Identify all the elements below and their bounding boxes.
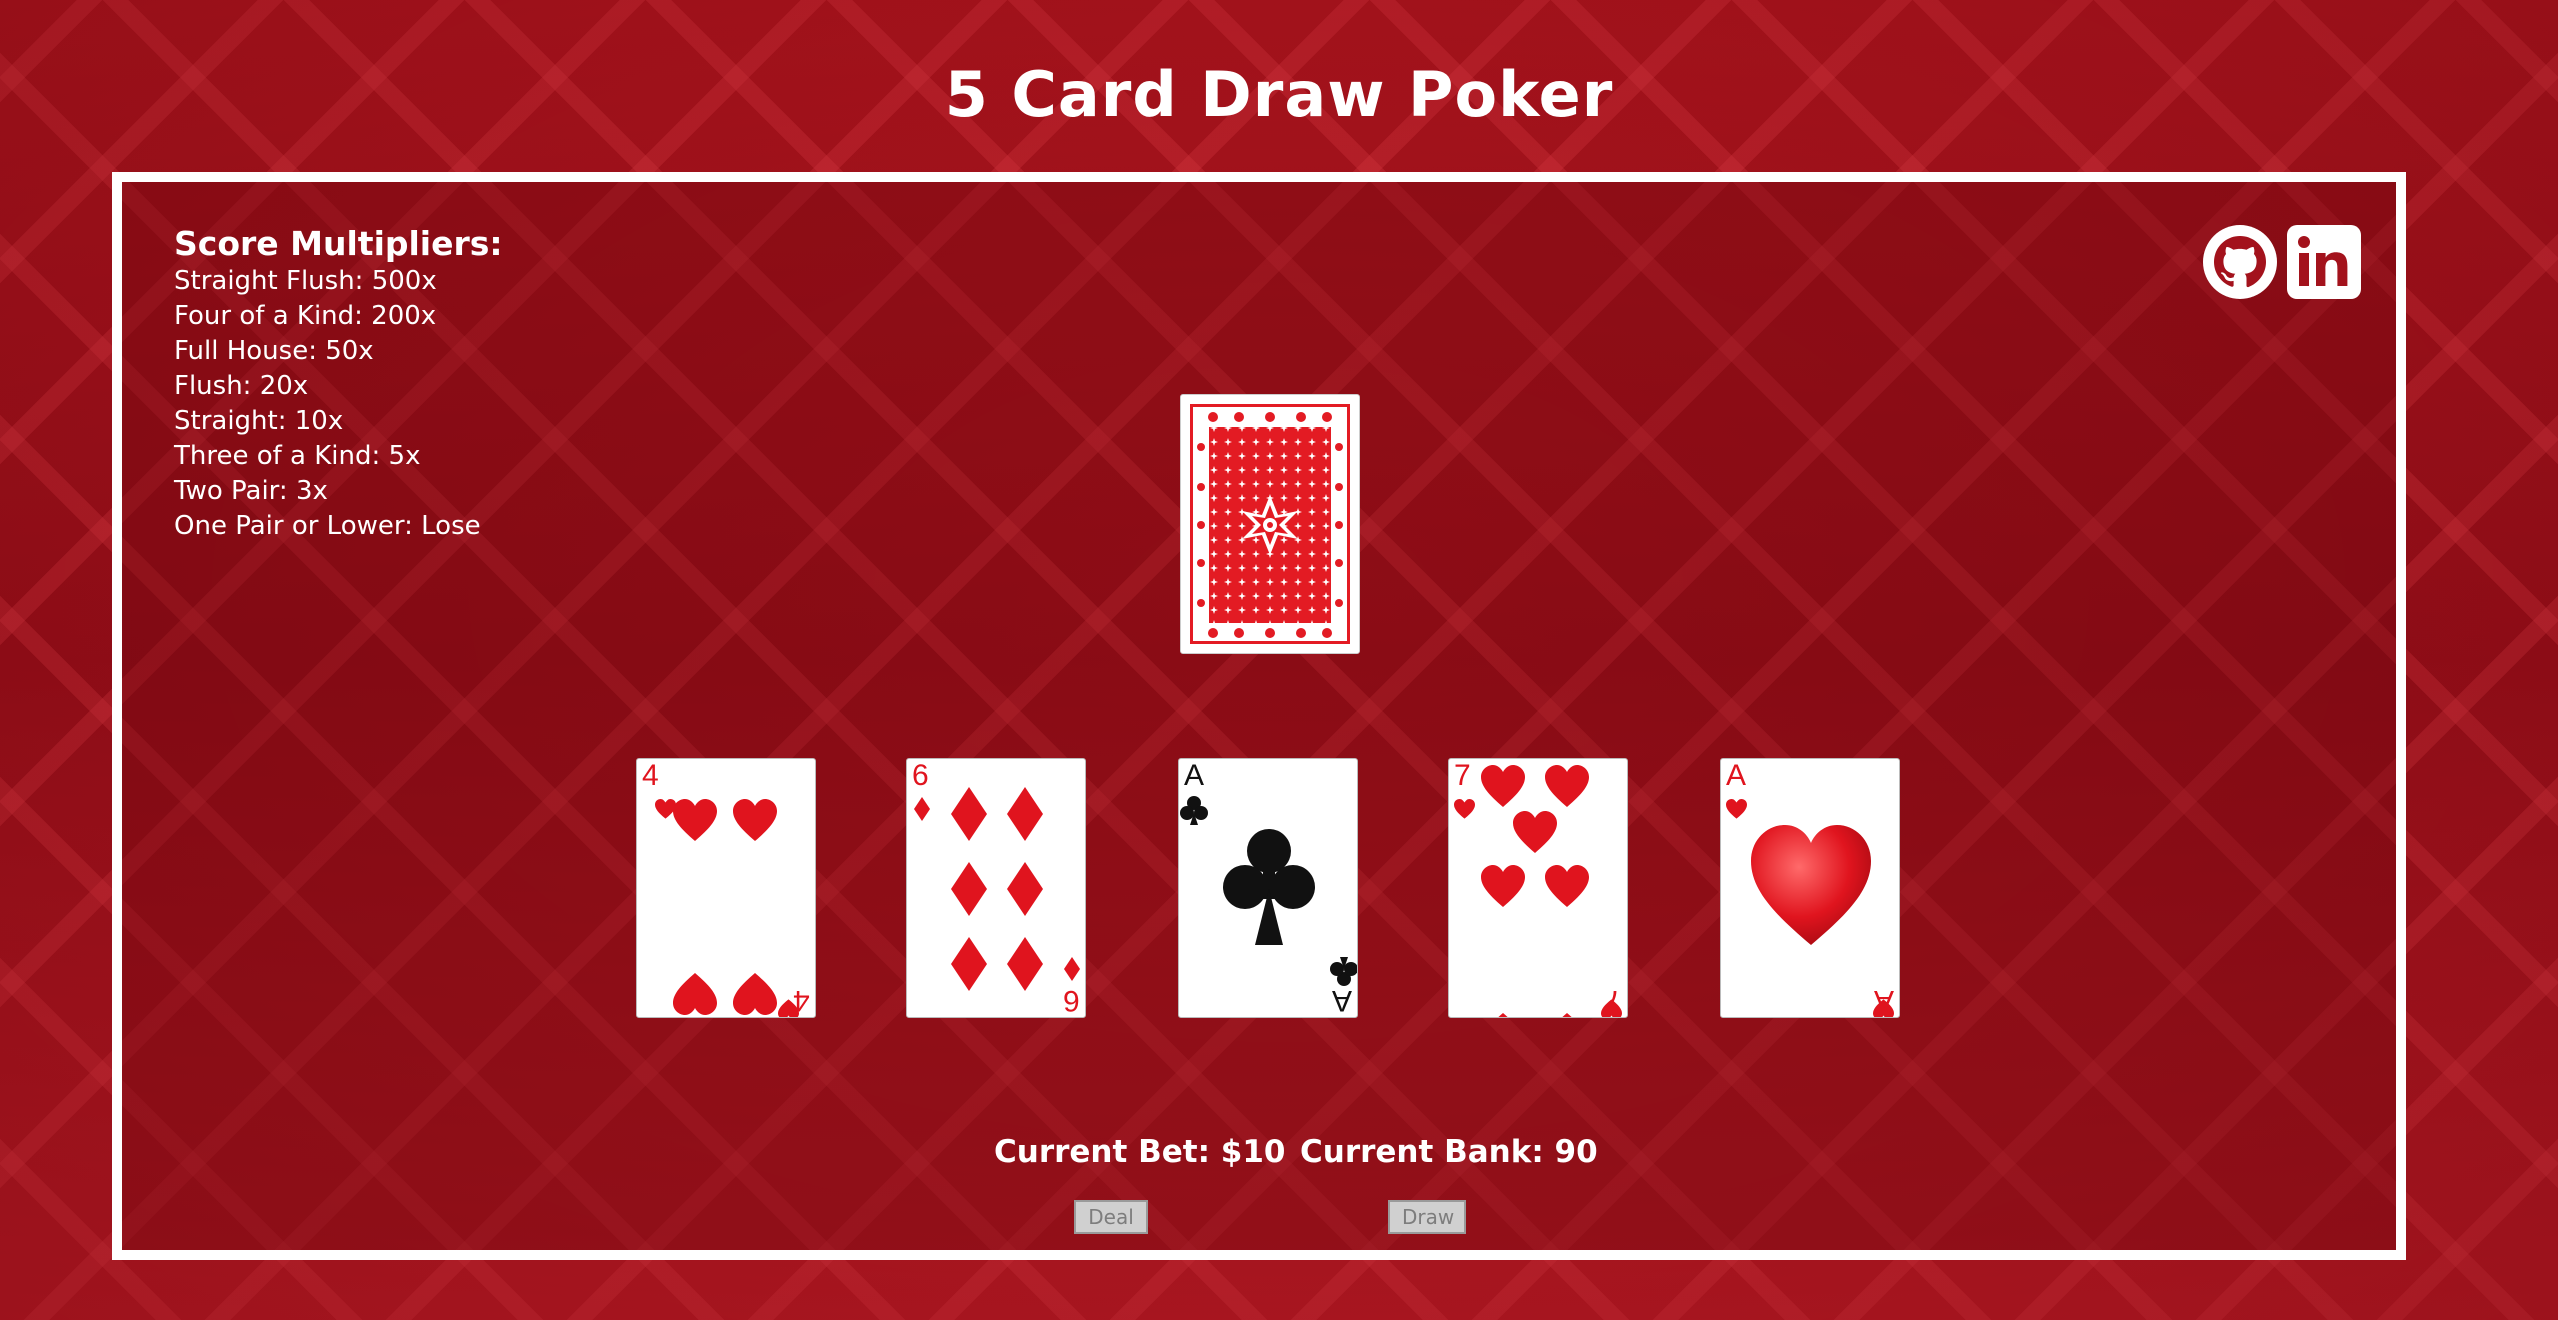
current-bet: Current Bet: $10 — [994, 1134, 1286, 1170]
card-deck[interactable] — [1180, 394, 1360, 654]
hand-card-1[interactable]: 4 4 — [636, 758, 816, 1018]
multiplier-four-of-a-kind: Four of a Kind: 200x — [174, 301, 437, 331]
card-back-pattern — [1190, 404, 1350, 644]
github-icon[interactable] — [2200, 222, 2280, 302]
hand-card-5[interactable]: A A — [1720, 758, 1900, 1018]
card-rank-bottom: 7 — [1605, 984, 1622, 1017]
linkedin-icon[interactable] — [2284, 222, 2364, 302]
draw-button[interactable]: Draw — [1388, 1200, 1466, 1234]
social-links — [2200, 222, 2364, 302]
hearts-suit-icon — [655, 799, 799, 1017]
current-bank: Current Bank: 90 — [1300, 1134, 1598, 1170]
hand-card-4[interactable]: 7 7 — [1448, 758, 1628, 1018]
multiplier-one-pair-or-lower: One Pair or Lower: Lose — [174, 511, 481, 541]
player-hand: 4 4 6 6 A A 7 7 A A — [122, 758, 2396, 1020]
multiplier-flush: Flush: 20x — [174, 371, 309, 401]
diamonds-suit-icon — [914, 787, 1080, 991]
hearts-suit-icon — [1454, 765, 1622, 1017]
clubs-suit-icon — [1180, 796, 1357, 986]
score-multipliers-heading: Score Multipliers: — [174, 224, 503, 263]
multiplier-two-pair: Two Pair: 3x — [174, 476, 328, 506]
hand-card-2[interactable]: 6 6 — [906, 758, 1086, 1018]
card-back-design — [1193, 407, 1347, 641]
page-title: 5 Card Draw Poker — [944, 58, 1614, 131]
multiplier-straight-flush: Straight Flush: 500x — [174, 266, 437, 296]
multiplier-full-house: Full House: 50x — [174, 336, 374, 366]
score-multipliers-panel: Score Multipliers: Straight Flush: 500x … — [174, 224, 503, 544]
multiplier-three-of-a-kind: Three of a Kind: 5x — [174, 441, 421, 471]
card-rank-bottom: A — [1331, 984, 1352, 1017]
card-rank-bottom: A — [1873, 984, 1894, 1017]
hand-card-3[interactable]: A A — [1178, 758, 1358, 1018]
card-rank-bottom: 6 — [1063, 984, 1080, 1017]
card-rank-bottom: 4 — [793, 984, 810, 1017]
multiplier-straight: Straight: 10x — [174, 406, 344, 436]
deal-button[interactable]: Deal — [1074, 1200, 1148, 1234]
hearts-suit-icon — [1726, 799, 1894, 1017]
game-board: Score Multipliers: Straight Flush: 500x … — [112, 172, 2406, 1260]
